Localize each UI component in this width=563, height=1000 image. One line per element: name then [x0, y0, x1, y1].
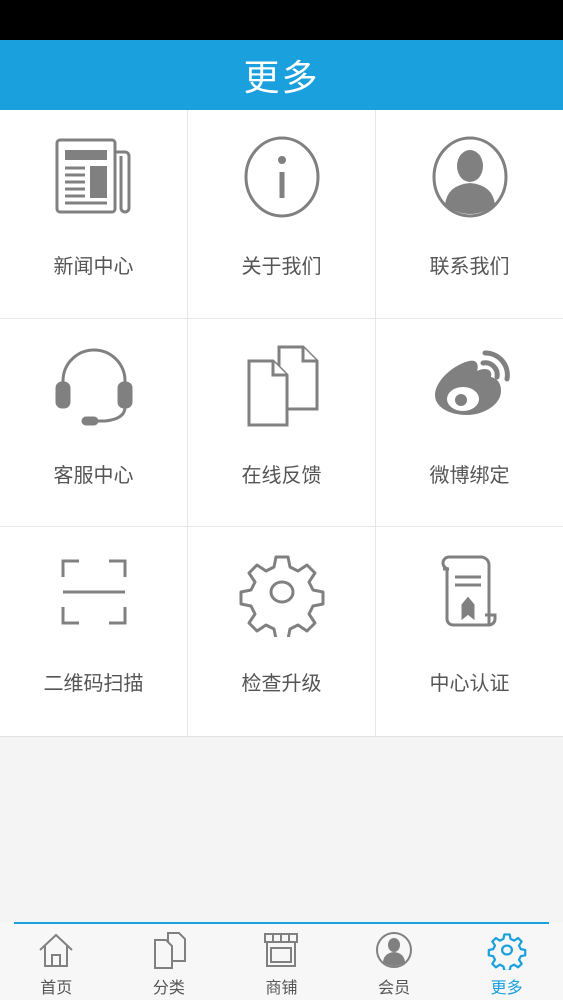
bottom-tab-bar: 首页 分类 商铺 会员 更多	[0, 922, 563, 1000]
menu-item-news-center[interactable]: 新闻中心	[0, 110, 188, 319]
menu-item-customer-service[interactable]: 客服中心	[0, 319, 188, 527]
tab-home[interactable]: 首页	[0, 922, 113, 1000]
gear-icon	[237, 547, 327, 637]
status-bar	[0, 0, 563, 40]
menu-item-online-feedback[interactable]: 在线反馈	[188, 319, 376, 527]
more-menu-grid: 新闻中心 关于我们 联系我们 客服中心 在线反馈 微博绑定 二维码扫描 检查升级…	[0, 110, 563, 737]
tab-label: 商铺	[265, 978, 298, 997]
home-icon	[36, 930, 76, 970]
newspaper-icon	[49, 130, 139, 220]
info-icon	[237, 130, 327, 220]
tab-label: 首页	[40, 978, 73, 997]
menu-item-about-us[interactable]: 关于我们	[188, 110, 376, 319]
tab-label: 分类	[152, 978, 185, 997]
menu-item-label: 客服中心	[53, 463, 134, 487]
menu-item-qr-scan[interactable]: 二维码扫描	[0, 527, 188, 736]
menu-item-label: 检查升级	[241, 671, 322, 695]
tab-label: 会员	[378, 978, 411, 997]
menu-item-label: 二维码扫描	[43, 671, 144, 695]
menu-item-check-update[interactable]: 检查升级	[188, 527, 376, 736]
menu-item-weibo-binding[interactable]: 微博绑定	[376, 319, 563, 527]
tab-member[interactable]: 会员	[338, 922, 451, 1000]
menu-item-label: 中心认证	[429, 671, 510, 695]
documents-icon	[149, 930, 189, 970]
menu-item-label: 在线反馈	[241, 463, 322, 487]
tab-label: 更多	[490, 978, 523, 997]
menu-item-label: 联系我们	[429, 254, 510, 278]
gear-icon	[487, 930, 527, 970]
tab-more[interactable]: 更多	[450, 922, 563, 1000]
menu-item-label: 微博绑定	[429, 463, 510, 487]
weibo-icon	[425, 339, 515, 429]
store-icon	[261, 930, 301, 970]
page-title: 更多	[243, 58, 320, 99]
qr-scan-icon	[49, 547, 139, 637]
menu-item-label: 新闻中心	[53, 254, 134, 278]
menu-item-label: 关于我们	[241, 254, 322, 278]
headset-icon	[49, 339, 139, 429]
menu-item-contact-us[interactable]: 联系我们	[376, 110, 563, 319]
certificate-scroll-icon	[425, 547, 515, 637]
app-header: 更多	[0, 40, 563, 110]
menu-item-center-certification[interactable]: 中心认证	[376, 527, 563, 736]
member-icon	[374, 930, 414, 970]
person-silhouette-icon	[425, 130, 515, 220]
documents-icon	[237, 339, 327, 429]
tab-category[interactable]: 分类	[113, 922, 226, 1000]
tab-store[interactable]: 商铺	[225, 922, 338, 1000]
